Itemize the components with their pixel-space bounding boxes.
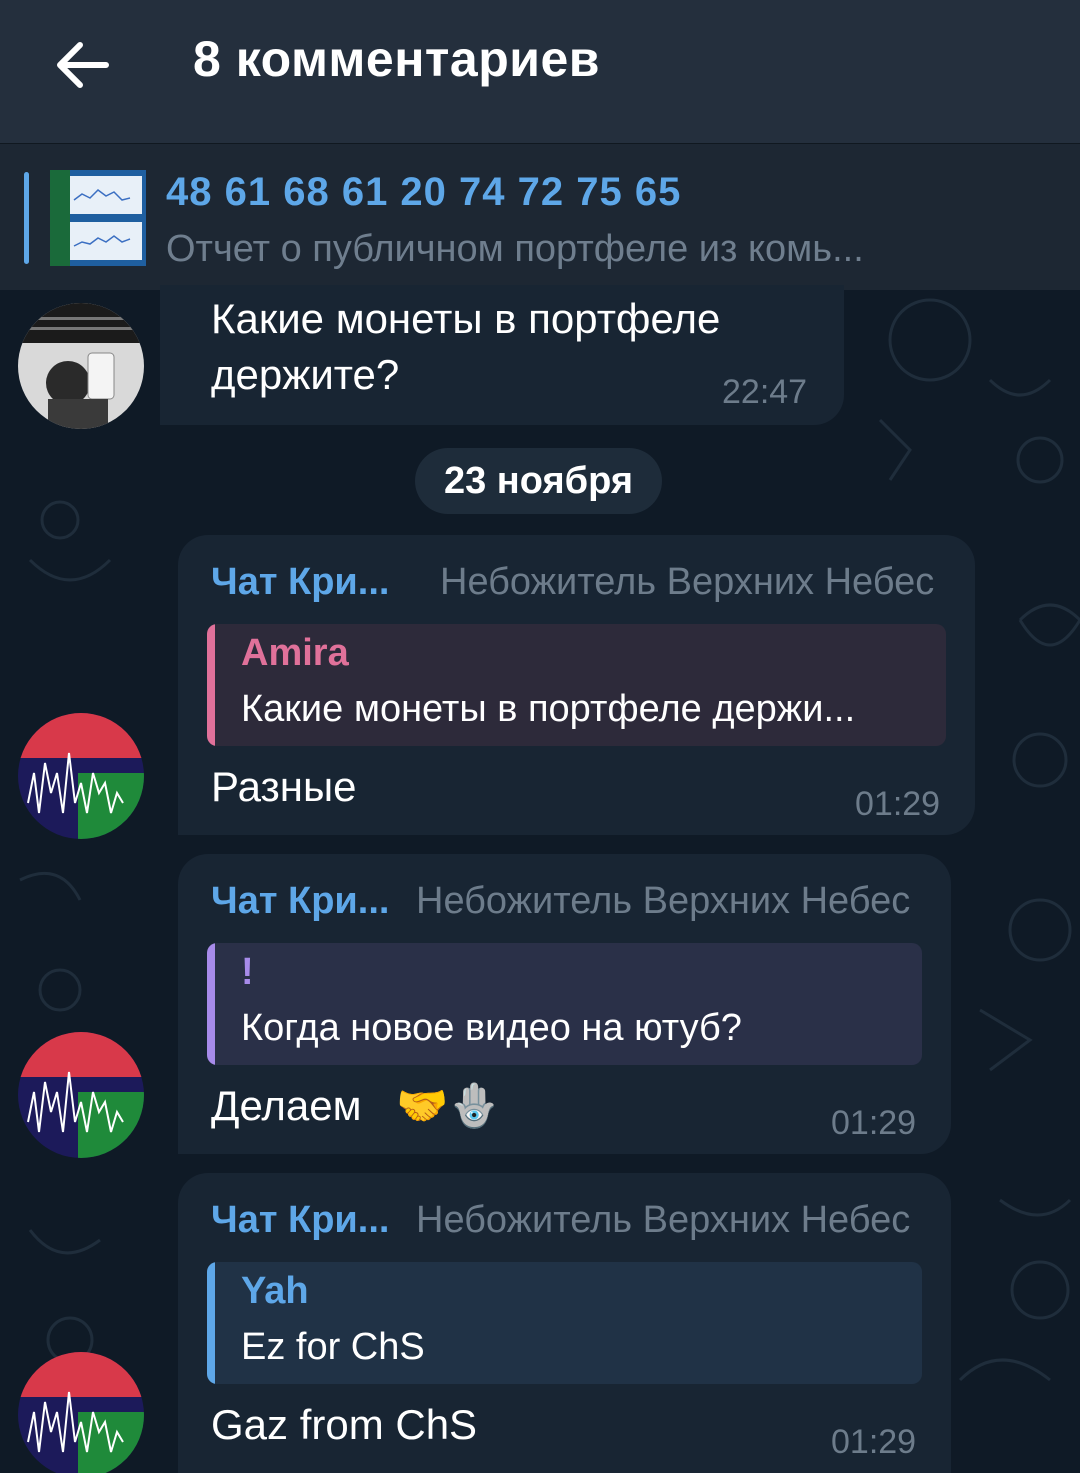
message-time: 01:29 xyxy=(855,785,941,823)
quoted-message[interactable]: ! Когда новое видео на ютуб? xyxy=(207,943,922,1065)
quote-author: Yah xyxy=(241,1270,309,1312)
comments-screen: 8 комментариев 48 61 68 61 20 74 72 75 6… xyxy=(0,0,1080,1473)
message-bubble[interactable]: Какие монеты в портфеле держите? 22:47 xyxy=(160,285,844,425)
discussion-source-post[interactable]: 48 61 68 61 20 74 72 75 65 Отчет о публи… xyxy=(0,143,1080,290)
message-time: 22:47 xyxy=(722,373,808,411)
post-excerpt: Отчет о публичном портфеле из комь... xyxy=(166,228,864,270)
quote-accent-bar xyxy=(207,943,215,1065)
quote-author: ! xyxy=(241,951,254,993)
quoted-message[interactable]: Amira Какие монеты в портфеле держи... xyxy=(207,624,946,746)
message-text: Gaz from ChS xyxy=(211,1401,478,1448)
quote-text: Какие монеты в портфеле держи... xyxy=(241,688,856,730)
message-text: Разные xyxy=(211,763,357,810)
sender-name[interactable]: Чат Кри... xyxy=(211,561,389,604)
arrow-left-icon xyxy=(57,42,109,88)
avatar[interactable] xyxy=(18,303,144,429)
quote-text: Ez for ChS xyxy=(241,1326,425,1368)
handshake-emoji-icon: 🤝🪬 xyxy=(396,1081,501,1130)
message-bubble[interactable]: Чат Кри... Небожитель Верхних Небес Amir… xyxy=(178,535,975,835)
quote-accent-bar xyxy=(207,1262,215,1384)
message-text: Делаем xyxy=(211,1082,362,1129)
quote-author: Amira xyxy=(241,632,349,674)
date-separator: 23 ноября xyxy=(415,448,662,514)
avatar-photo xyxy=(18,303,144,429)
back-button[interactable] xyxy=(48,30,118,100)
sender-title: Небожитель Верхних Небес xyxy=(416,1199,911,1241)
message-time: 01:29 xyxy=(831,1423,917,1461)
page-title: 8 комментариев xyxy=(193,31,601,87)
message-bubble[interactable]: Чат Кри... Небожитель Верхних Небес ! Ко… xyxy=(178,854,951,1154)
sender-title: Небожитель Верхних Небес xyxy=(416,880,911,922)
avatar[interactable] xyxy=(18,1352,144,1473)
post-thumbnail xyxy=(50,170,146,266)
message-text: держите? xyxy=(211,351,400,398)
date-label: 23 ноября xyxy=(443,460,634,502)
message-text: Какие монеты в портфеле xyxy=(211,295,721,342)
quoted-message[interactable]: Yah Ez for ChS xyxy=(207,1262,922,1384)
sender-title: Небожитель Верхних Небес xyxy=(440,561,935,603)
sender-name[interactable]: Чат Кри... xyxy=(211,880,389,923)
avatar-photo xyxy=(18,1352,144,1473)
pinned-accent-bar xyxy=(24,172,29,264)
sender-name[interactable]: Чат Кри... xyxy=(211,1199,389,1242)
post-title: 48 61 68 61 20 74 72 75 65 xyxy=(166,170,682,214)
avatar[interactable] xyxy=(18,713,144,839)
avatar[interactable] xyxy=(18,1032,144,1158)
avatar-photo xyxy=(18,713,144,839)
message-bubble[interactable]: Чат Кри... Небожитель Верхних Небес Yah … xyxy=(178,1173,951,1473)
avatar-photo xyxy=(18,1032,144,1158)
message-time: 01:29 xyxy=(831,1104,917,1142)
quote-accent-bar xyxy=(207,624,215,746)
quote-text: Когда новое видео на ютуб? xyxy=(241,1007,742,1049)
top-app-bar: 8 комментариев xyxy=(0,0,1080,143)
